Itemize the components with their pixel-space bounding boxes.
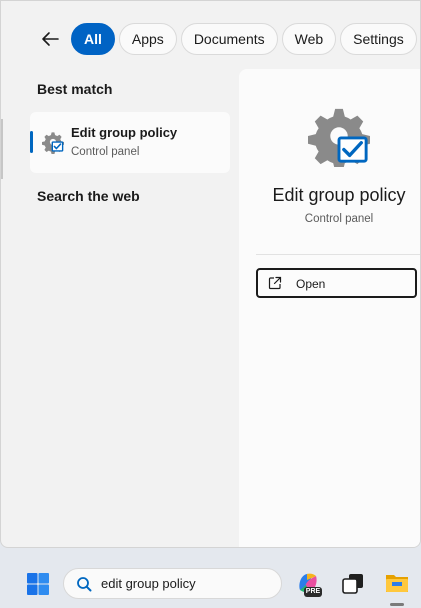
gear-checkbox-icon [308, 108, 370, 167]
best-match-result[interactable]: Edit group policy Control panel [30, 112, 230, 173]
filter-bar: All Apps Documents Web Settings [1, 21, 420, 57]
open-button[interactable]: Open [256, 268, 417, 298]
search-web-heading: Search the web [37, 188, 140, 204]
best-match-heading: Best match [37, 81, 113, 97]
selection-indicator [30, 131, 33, 153]
tab-apps[interactable]: Apps [118, 23, 177, 55]
search-input[interactable]: edit group policy [101, 576, 196, 591]
search-icon [77, 577, 92, 592]
start-search-panel: All Apps Documents Web Settings Best mat… [0, 0, 421, 548]
windows-start-icon[interactable] [26, 572, 50, 596]
tab-documents[interactable]: Documents [180, 23, 278, 55]
taskbar-search-box[interactable]: edit group policy [63, 568, 282, 599]
tab-settings[interactable]: Settings [340, 23, 417, 55]
result-title: Edit group policy [71, 125, 178, 140]
open-external-icon [268, 276, 282, 290]
open-button-label: Open [296, 277, 326, 291]
detail-title: Edit group policy [272, 185, 406, 205]
taskbar: edit group policy PRE [0, 560, 421, 608]
copilot-pre-badge: PRE [304, 587, 322, 597]
running-indicator [390, 603, 404, 606]
file-explorer-icon[interactable] [384, 570, 410, 596]
result-subtitle: Control panel [71, 146, 140, 158]
back-arrow-icon [42, 32, 59, 46]
back-button[interactable] [35, 25, 65, 53]
tab-web[interactable]: Web [281, 23, 337, 55]
tab-all[interactable]: All [71, 23, 115, 55]
detail-divider [256, 254, 420, 255]
left-edge-marker [1, 119, 3, 179]
detail-pane: Edit group policy Control panel Open [239, 69, 420, 547]
gear-checkbox-icon [42, 132, 64, 154]
task-view-icon[interactable] [340, 570, 366, 596]
detail-subtitle: Control panel [304, 213, 374, 225]
filter-tabs: All Apps Documents Web Settings [71, 23, 420, 55]
